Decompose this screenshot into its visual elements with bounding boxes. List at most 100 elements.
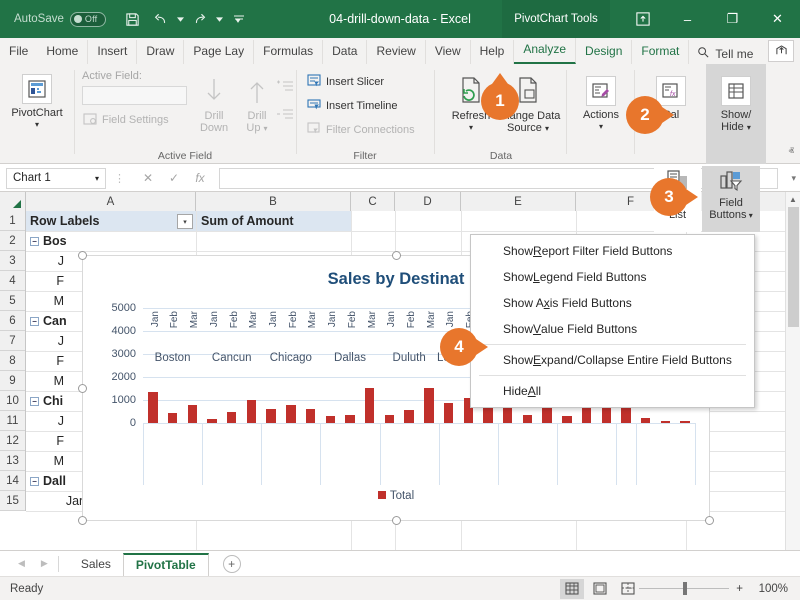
collapse-ribbon-button[interactable]: ⱏ	[789, 146, 794, 159]
tab-analyze[interactable]: Analyze	[514, 38, 577, 64]
zoom-out-button[interactable]: −	[626, 583, 633, 595]
collapse-field-icon[interactable]	[276, 108, 294, 125]
chart-legend[interactable]: Total	[83, 490, 709, 502]
row-header-15[interactable]: 15	[0, 491, 25, 511]
tab-data[interactable]: Data	[323, 40, 368, 64]
tab-home[interactable]: Home	[37, 40, 89, 64]
bar-1-2[interactable]	[246, 399, 257, 423]
bar-7-0[interactable]	[562, 416, 572, 423]
redo-icon[interactable]	[187, 6, 213, 32]
collapse-button-chicago[interactable]: −	[30, 396, 39, 406]
tab-draw[interactable]: Draw	[137, 40, 185, 64]
pivotchart-button[interactable]: PivotChart ▾	[0, 68, 74, 131]
name-box[interactable]: Chart 1 ▾	[6, 167, 106, 189]
autosave-control[interactable]: AutoSave Off	[14, 11, 106, 27]
bar-3-1[interactable]	[345, 415, 355, 423]
row-header-4[interactable]: 4	[0, 271, 25, 291]
row-header-2[interactable]: 2	[0, 231, 25, 251]
tab-review[interactable]: Review	[367, 40, 426, 64]
maximize-button[interactable]: ❐	[710, 0, 755, 38]
bar-3-2[interactable]	[364, 387, 375, 423]
menu-item-1[interactable]: Show Legend Field Buttons	[471, 264, 754, 290]
sheet-tab-pivottable[interactable]: PivotTable	[122, 552, 209, 577]
ribbon-display-options-icon[interactable]	[620, 0, 665, 38]
column-header-b[interactable]: B	[196, 192, 351, 211]
normal-view-icon[interactable]	[560, 578, 584, 599]
page-layout-view-icon[interactable]	[588, 579, 612, 599]
row-header-10[interactable]: 10	[0, 391, 25, 411]
customize-qat-icon[interactable]	[226, 6, 252, 32]
column-header-e[interactable]: E	[461, 192, 576, 211]
menu-item-0[interactable]: Show Report Filter Field Buttons	[471, 238, 754, 264]
tab-formulas[interactable]: Formulas	[254, 40, 324, 64]
field-buttons-dropdown-menu[interactable]: Show Report Filter Field Buttons Show Leg…	[470, 234, 755, 408]
minimize-button[interactable]: –	[665, 0, 710, 38]
insert-function-icon[interactable]: fx	[187, 167, 213, 189]
tab-page-layout[interactable]: Page Lay	[184, 40, 255, 64]
menu-item-4[interactable]: Show Expand/Collapse Entire Field Button…	[471, 347, 754, 373]
bar-2-1[interactable]	[286, 404, 296, 423]
column-header-c[interactable]: C	[351, 192, 395, 211]
row-header-1[interactable]: 1	[0, 211, 25, 231]
share-icon[interactable]	[768, 40, 794, 62]
undo-caret-icon[interactable]	[176, 6, 185, 32]
filter-connections-button[interactable]: Filter Connections	[304, 120, 418, 140]
select-all-button[interactable]	[0, 192, 26, 211]
next-sheet-icon[interactable]: ▶	[41, 558, 48, 569]
collapse-button-cancun[interactable]: −	[30, 316, 39, 326]
expand-formula-bar-icon[interactable]: ▾	[791, 173, 796, 184]
tab-format[interactable]: Format	[632, 40, 690, 64]
drill-up-button[interactable]: Drill Up ▾	[236, 72, 278, 135]
bar-4-0[interactable]	[384, 415, 395, 423]
row-header-6[interactable]: 6	[0, 311, 25, 331]
prev-sheet-icon[interactable]: ◀	[18, 558, 25, 569]
menu-item-3[interactable]: Show Value Field Buttons	[471, 316, 754, 342]
resize-handle-nw[interactable]	[78, 251, 87, 260]
scroll-up-icon[interactable]: ▲	[786, 192, 800, 207]
bar-2-2[interactable]	[305, 408, 316, 423]
resize-handle-se[interactable]	[705, 516, 714, 525]
confirm-icon[interactable]: ✓	[161, 167, 187, 189]
cell-a1[interactable]: Row Labels	[26, 211, 196, 231]
resize-handle-n[interactable]	[392, 251, 401, 260]
collapse-button-boston[interactable]: −	[30, 236, 39, 246]
bar-5-0[interactable]	[443, 403, 454, 423]
row-header-5[interactable]: 5	[0, 291, 25, 311]
row-header-3[interactable]: 3	[0, 251, 25, 271]
tell-me-box[interactable]: Tell me	[689, 43, 761, 64]
vertical-scrollbar[interactable]: ▲	[785, 192, 800, 550]
tab-view[interactable]: View	[426, 40, 471, 64]
sheet-tab-sales[interactable]: Sales	[69, 554, 123, 574]
resize-handle-s[interactable]	[392, 516, 401, 525]
bar-4-2[interactable]	[424, 388, 434, 423]
actions-caret-icon[interactable]: ▾	[599, 121, 603, 133]
bar-1-1[interactable]	[226, 411, 237, 423]
tab-insert[interactable]: Insert	[88, 40, 138, 64]
expand-field-icon[interactable]	[276, 80, 294, 97]
tab-design[interactable]: Design	[576, 40, 633, 64]
show-hide-button[interactable]: Show/ Hide ▾	[706, 70, 766, 134]
add-sheet-button[interactable]: +	[222, 554, 241, 573]
redo-caret-icon[interactable]	[215, 6, 224, 32]
filter-dropdown-icon[interactable]: ▾	[177, 214, 193, 229]
bar-0-2[interactable]	[187, 404, 197, 423]
bar-0-1[interactable]	[167, 413, 178, 423]
row-header-9[interactable]: 9	[0, 371, 25, 391]
bar-2-0[interactable]	[266, 408, 276, 423]
insert-timeline-button[interactable]: Insert Timeline	[304, 96, 401, 116]
ribbon-group-showhide[interactable]: Show/ Hide ▾	[706, 64, 766, 164]
bar-4-1[interactable]	[404, 410, 414, 423]
bar-0-0[interactable]	[148, 391, 158, 423]
zoom-level-label[interactable]: 100%	[750, 583, 788, 595]
resize-handle-sw[interactable]	[78, 516, 87, 525]
field-settings-button[interactable]: Field Settings	[80, 110, 172, 130]
tab-help[interactable]: Help	[471, 40, 515, 64]
bar-3-0[interactable]	[325, 415, 335, 423]
zoom-slider-knob[interactable]	[683, 582, 688, 595]
row-header-14[interactable]: 14	[0, 471, 25, 491]
collapse-button-dallas[interactable]: −	[30, 476, 39, 486]
active-field-input[interactable]	[82, 86, 187, 105]
pivotchart-caret-icon[interactable]: ▾	[35, 119, 39, 131]
column-header-a[interactable]: A	[26, 192, 196, 211]
save-icon[interactable]	[120, 6, 146, 32]
